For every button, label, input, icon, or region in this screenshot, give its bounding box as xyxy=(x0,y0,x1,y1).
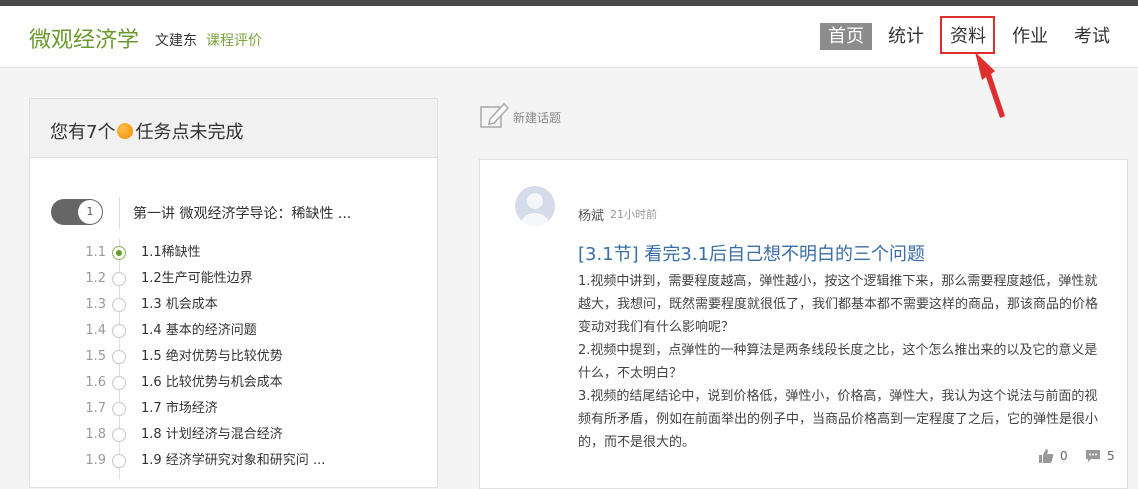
lesson-item[interactable]: 1.2 1.2生产可能性边界 xyxy=(30,268,430,290)
lesson-item[interactable]: 1.1 1.1稀缺性 xyxy=(30,242,430,264)
like-button[interactable]: 0 xyxy=(1038,448,1068,468)
task-prefix: 您有7个 xyxy=(50,122,116,143)
chapter-toggle[interactable]: 1 xyxy=(51,199,103,225)
incomplete-circle-icon xyxy=(112,298,126,312)
lesson-number: 1.5 xyxy=(85,349,106,364)
lesson-title[interactable]: 1.8 计划经济与混合经济 xyxy=(141,424,283,446)
incomplete-circle-icon xyxy=(112,324,126,338)
incomplete-circle-icon xyxy=(112,454,126,468)
lesson-item[interactable]: 1.8 1.8 计划经济与混合经济 xyxy=(30,424,430,446)
nav-home[interactable]: 首页 xyxy=(820,23,872,50)
comment-icon xyxy=(1086,450,1100,462)
lesson-number: 1.7 xyxy=(85,401,106,416)
like-count: 0 xyxy=(1060,449,1068,463)
thumbs-up-icon xyxy=(1039,449,1054,463)
lesson-item[interactable]: 1.3 1.3 机会成本 xyxy=(30,294,430,316)
lesson-number: 1.3 xyxy=(85,297,106,312)
post-paragraph: 2.视频中提到，点弹性的一种算法是两条线段长度之比，这个怎么推出来的以及它的意义… xyxy=(578,343,1098,381)
incomplete-circle-icon xyxy=(112,272,126,286)
incomplete-circle-icon xyxy=(112,376,126,390)
lesson-title[interactable]: 1.6 比较优势与机会成本 xyxy=(141,372,283,394)
nav-exam[interactable]: 考试 xyxy=(1074,23,1110,50)
post-paragraph: 1.视频中讲到，需要程度越高，弹性越小，按这个逻辑推下来，那么需要程度越低，弹性… xyxy=(578,274,1099,335)
discussion-post: 杨斌 21小时前 [3.1节] 看完3.1后自己想不明白的三个问题 1.视频中讲… xyxy=(479,159,1128,489)
lesson-title[interactable]: 1.3 机会成本 xyxy=(141,294,218,316)
new-topic-label: 新建话题 xyxy=(513,111,562,125)
lesson-title[interactable]: 1.9 经济学研究对象和研究问 ... xyxy=(141,450,325,472)
post-title[interactable]: [3.1节] 看完3.1后自己想不明白的三个问题 xyxy=(578,240,925,266)
incomplete-circle-icon xyxy=(112,428,126,442)
course-title[interactable]: 微观经济学 xyxy=(29,22,139,54)
lesson-number: 1.6 xyxy=(85,375,106,390)
nav-homework[interactable]: 作业 xyxy=(1012,23,1048,50)
chapter-number: 1 xyxy=(78,200,102,224)
lesson-number: 1.2 xyxy=(85,271,106,286)
comment-button[interactable]: 5 xyxy=(1085,448,1115,468)
course-review-link[interactable]: 课程评价 xyxy=(206,30,262,50)
teacher-name: 文建东 xyxy=(155,33,197,49)
lesson-number: 1.4 xyxy=(85,323,106,338)
incomplete-circle-icon xyxy=(112,350,126,364)
user-avatar-icon xyxy=(521,193,549,226)
lesson-item[interactable]: 1.7 1.7 市场经济 xyxy=(30,398,430,420)
divider xyxy=(119,197,120,229)
task-suffix: 任务点未完成 xyxy=(135,122,244,143)
incomplete-circle-icon xyxy=(112,402,126,416)
task-dot-icon xyxy=(117,123,134,139)
lesson-title[interactable]: 1.1稀缺性 xyxy=(141,242,201,264)
lesson-item[interactable]: 1.9 1.9 经济学研究对象和研究问 ... xyxy=(30,450,430,472)
lesson-title[interactable]: 1.7 市场经济 xyxy=(141,398,218,420)
course-outline-panel: 您有7个 任务点未完成 1 第一讲 微观经济学导论：稀缺性 ... 1.1 1.1稀… xyxy=(29,98,438,488)
post-author[interactable]: 杨斌 xyxy=(578,205,604,224)
task-summary: 您有7个 任务点未完成 xyxy=(30,99,437,158)
lesson-number: 1.1 xyxy=(85,245,106,260)
post-time: 21小时前 xyxy=(610,208,657,221)
lesson-item[interactable]: 1.6 1.6 比较优势与机会成本 xyxy=(30,372,430,394)
lesson-title[interactable]: 1.2生产可能性边界 xyxy=(141,268,253,290)
task-summary-text: 您有7个 任务点未完成 xyxy=(50,118,243,144)
post-body: 1.视频中讲到，需要程度越高，弹性越小，按这个逻辑推下来，那么需要程度越低，弹性… xyxy=(578,270,1108,454)
comment-count: 5 xyxy=(1107,449,1115,463)
lesson-number: 1.9 xyxy=(85,453,106,468)
materials-highlight-box xyxy=(940,16,995,54)
lesson-number: 1.8 xyxy=(85,427,106,442)
avatar[interactable] xyxy=(515,186,555,226)
lesson-title[interactable]: 1.4 基本的经济问题 xyxy=(141,320,257,342)
lesson-item[interactable]: 1.4 1.4 基本的经济问题 xyxy=(30,320,430,342)
chapter-title[interactable]: 第一讲 微观经济学导论：稀缺性 ... xyxy=(133,203,351,223)
annotation-arrow xyxy=(975,52,1005,118)
edit-icon xyxy=(480,102,510,128)
lesson-title[interactable]: 1.5 绝对优势与比较优势 xyxy=(141,346,283,368)
completed-dot-icon xyxy=(112,246,126,260)
nav-stats[interactable]: 统计 xyxy=(888,23,924,50)
post-paragraph: 3.视频的结尾结论中，说到价格低，弹性小，价格高，弹性大，我认为这个说法与前面的… xyxy=(578,389,1099,450)
lesson-item[interactable]: 1.5 1.5 绝对优势与比较优势 xyxy=(30,346,430,368)
